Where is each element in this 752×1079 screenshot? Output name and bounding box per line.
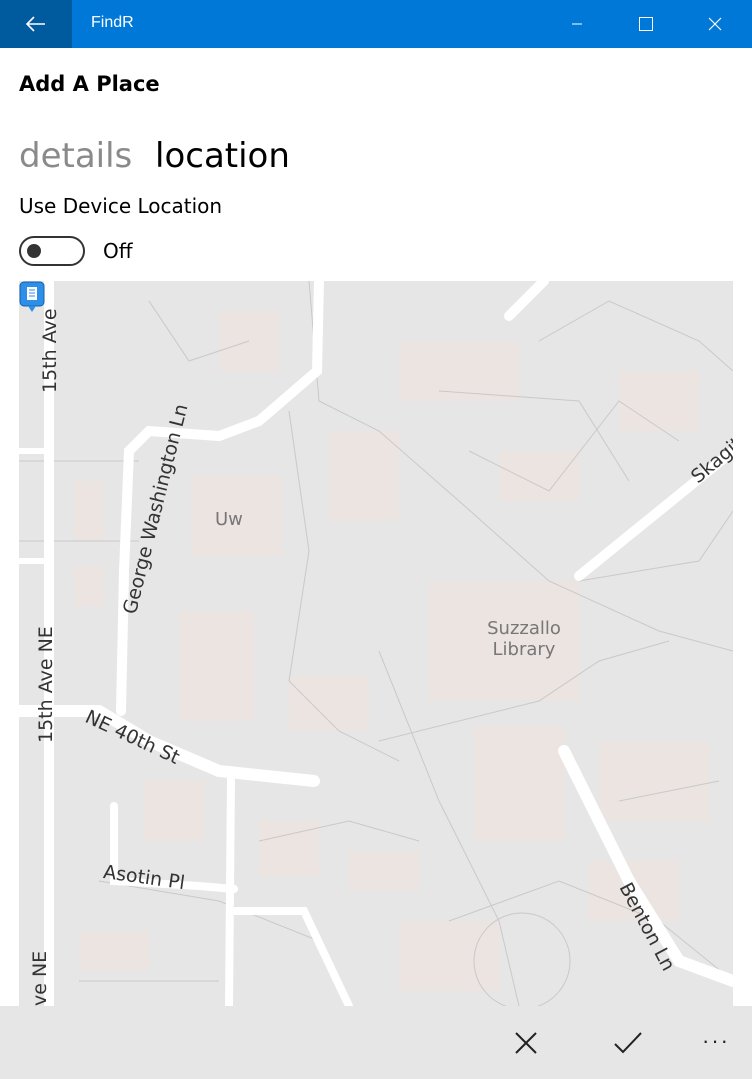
street-label-ve-ne: ve NE [29,950,51,1006]
place-label-suzzallo-library: Suzzallo Library [487,618,561,660]
back-button[interactable] [0,0,72,48]
app-title: FindR [91,14,134,31]
more-button[interactable]: ··· [702,1028,730,1054]
checkmark-icon [614,1031,642,1053]
map-pin-icon[interactable] [19,281,45,313]
accept-button[interactable] [598,1006,658,1079]
tab-details[interactable]: details [19,136,132,176]
minimize-button[interactable] [554,0,600,48]
toggle-knob [27,244,41,258]
close-icon [515,1031,537,1054]
street-label-15th-ave-ne: 15th Ave NE [35,626,57,743]
map-view[interactable]: 15th Ave George Washington Ln 15th Ave N… [19,281,733,1006]
command-bar: ··· [0,1006,752,1079]
maximize-icon [639,17,653,31]
place-label-uw: Uw [215,509,243,530]
close-icon [708,17,722,31]
device-location-toggle[interactable] [19,236,85,266]
toggle-state-label: Off [103,239,133,263]
minimize-icon [572,23,582,25]
back-arrow-icon [26,16,45,32]
cancel-button[interactable] [496,1006,556,1079]
title-bar: FindR [0,0,752,48]
close-window-button[interactable] [692,0,738,48]
maximize-button[interactable] [623,0,669,48]
tab-location[interactable]: location [155,136,290,176]
page-title: Add A Place [19,72,160,96]
street-label-15th-ave: 15th Ave [39,308,61,393]
device-location-label: Use Device Location [19,194,223,218]
